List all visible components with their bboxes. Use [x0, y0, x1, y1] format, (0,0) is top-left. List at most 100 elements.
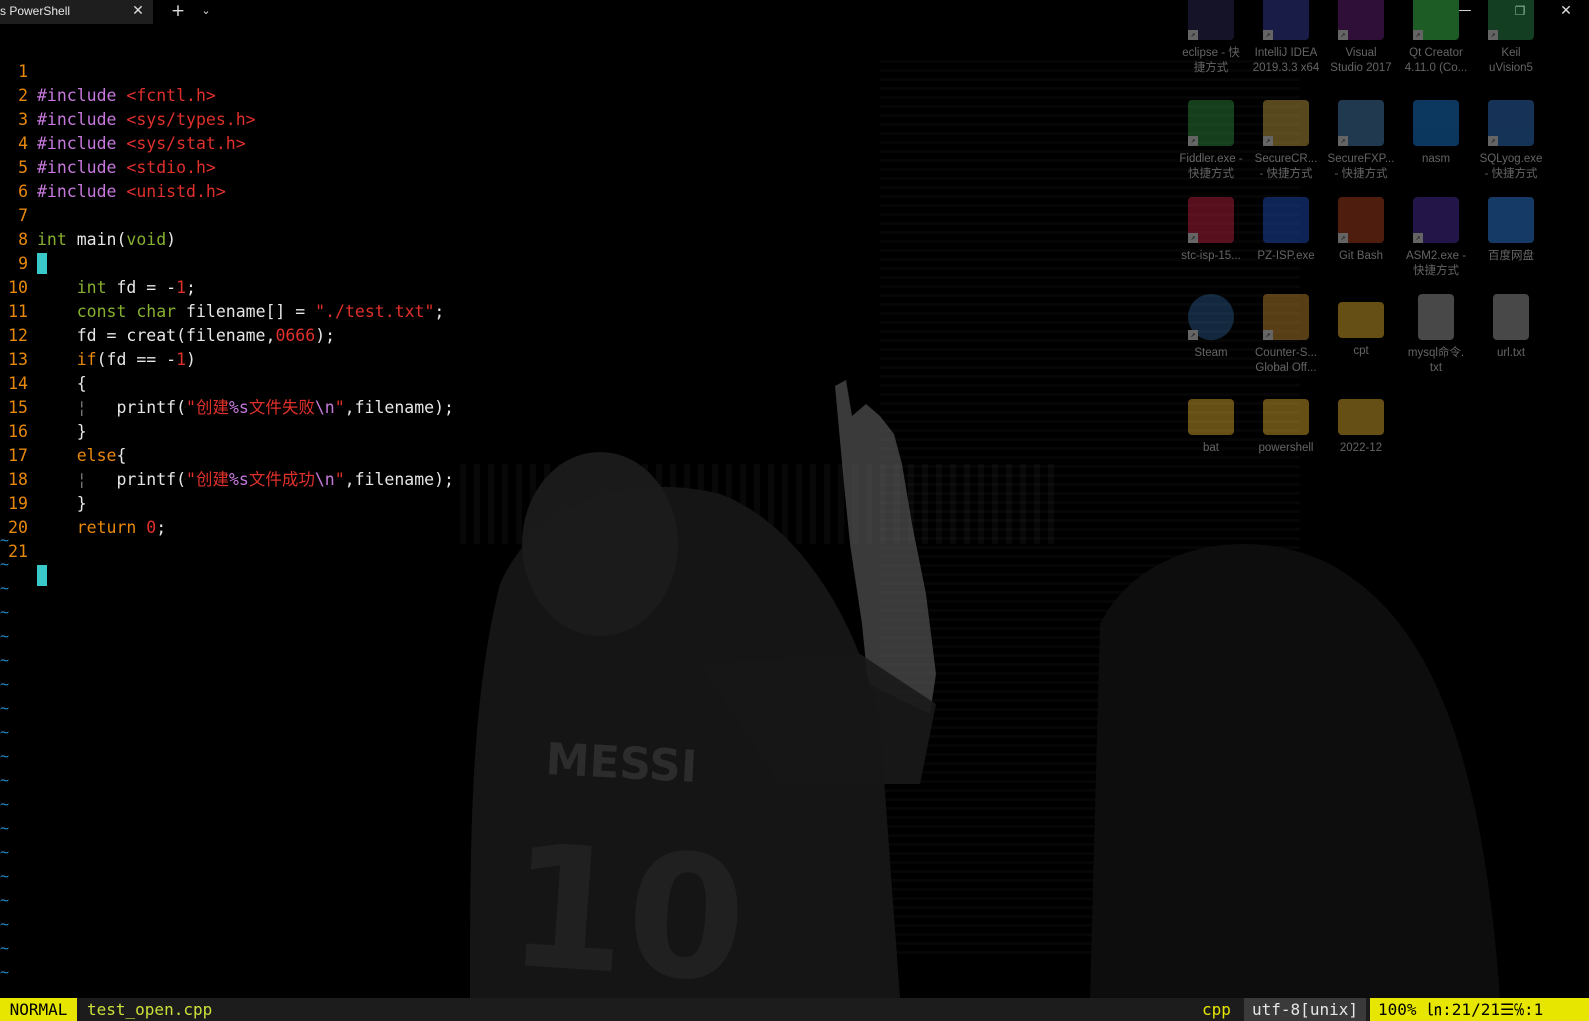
text-file-icon	[1418, 294, 1454, 340]
code-line: 11 fd = creat(filename,0666);	[0, 276, 335, 345]
empty-line-tilde: ~	[0, 795, 10, 813]
code-line: 3 #include <sys/stat.h>	[0, 84, 246, 153]
desktop-file-url-txt[interactable]: url.txt	[1472, 294, 1550, 361]
desktop-icon-baidu-netdisk[interactable]: 百度网盘	[1472, 197, 1550, 264]
empty-line-tilde: ~	[0, 771, 10, 789]
code-line: 17 ¦ printf("创建%s文件成功\n",filename);	[0, 420, 454, 489]
desktop-icon-securefxp[interactable]: ↗ SecureFXP... - 快捷方式	[1322, 100, 1400, 182]
asm2-icon: ↗	[1413, 197, 1459, 243]
intellij-icon: ↗	[1263, 0, 1309, 40]
desktop-icon-stc-isp[interactable]: ↗ stc-isp-15...	[1172, 197, 1250, 264]
desktop-folder-cpt[interactable]: cpt	[1322, 294, 1400, 359]
type-keyword: const	[76, 302, 127, 321]
file-name: test_open.cpp	[87, 1000, 213, 1019]
string-literal: "创建	[186, 470, 229, 489]
code-text: printf(	[116, 470, 187, 489]
folder-icon	[1338, 302, 1384, 338]
empty-line-tilde: ~	[0, 747, 10, 765]
desktop-icon-keil[interactable]: ↗ Keil uVision5	[1472, 0, 1550, 76]
empty-line-tilde: ~	[0, 699, 10, 717]
desktop-icon-fiddler[interactable]: ↗ Fiddler.exe - 快捷方式	[1172, 100, 1250, 182]
vim-statusline: NORMAL test_open.cpp cpp utf-8[unix] 100…	[0, 998, 1589, 1021]
desktop-icon-intellij[interactable]: ↗ IntelliJ IDEA 2019.3.3 x64	[1247, 0, 1325, 76]
baidu-netdisk-icon	[1488, 197, 1534, 243]
brace: }	[76, 494, 87, 513]
code-text: ;	[156, 518, 167, 537]
file-encoding: utf-8[unix]	[1244, 998, 1366, 1021]
desktop-icon-qt-creator[interactable]: ↗ Qt Creator 4.11.0 (Co...	[1397, 0, 1475, 76]
code-text: fd = -	[106, 278, 177, 297]
empty-line-tilde: ~	[0, 963, 10, 981]
pz-isp-icon	[1263, 197, 1309, 243]
desktop-folder-bat[interactable]: bat	[1172, 391, 1250, 456]
tab-close-icon[interactable]: ✕	[128, 1, 148, 21]
close-window-button[interactable]: ✕	[1551, 0, 1581, 24]
code-text: ;	[186, 278, 196, 297]
tab-powershell[interactable]: s PowerShell ✕	[0, 0, 153, 24]
type-keyword: int	[37, 230, 67, 249]
code-line: 10 const char filename[] = "./test.txt";	[0, 252, 444, 321]
desktop-icon-asm2[interactable]: ↗ ASM2.exe - 快捷方式	[1397, 197, 1475, 279]
sqlyog-icon: ↗	[1488, 100, 1534, 146]
code-line: 5 #include <unistd.h>	[0, 132, 226, 201]
desktop-icon-pz-isp[interactable]: PZ-ISP.exe	[1247, 197, 1325, 264]
number-literal: 0	[136, 518, 157, 537]
empty-line-tilde: ~	[0, 675, 10, 693]
code-text: ;	[434, 302, 445, 321]
empty-line-tilde: ~	[0, 531, 10, 549]
chevron-down-icon[interactable]: ⌄	[196, 0, 216, 24]
mode-indicator: NORMAL	[0, 998, 77, 1021]
paren: )	[186, 350, 196, 369]
folder-icon	[1188, 399, 1234, 435]
control-keyword: if	[76, 350, 97, 369]
desktop-icon-securecrt[interactable]: ↗ SecureCR... - 快捷方式	[1247, 100, 1325, 182]
qt-creator-icon: ↗	[1413, 0, 1459, 40]
steam-icon: ↗	[1188, 294, 1234, 340]
desktop-icon-sqlyog[interactable]: ↗ SQLyog.exe - 快捷方式	[1472, 100, 1550, 182]
folder-icon	[1338, 399, 1384, 435]
desktop-icon-git-bash[interactable]: ↗ Git Bash	[1322, 197, 1400, 264]
format-specifier: %s	[228, 398, 249, 417]
empty-line-tilde: ~	[0, 939, 10, 957]
code-line: 6	[0, 156, 40, 201]
desktop-icon-csgo[interactable]: ↗ Counter-S... Global Off...	[1247, 294, 1325, 376]
empty-line-tilde: ~	[0, 843, 10, 861]
code-line: 4 #include <stdio.h>	[0, 108, 216, 177]
stc-isp-icon: ↗	[1188, 197, 1234, 243]
text-file-icon	[1493, 294, 1529, 340]
code-text: ,filename);	[344, 470, 454, 489]
code-line: 14 ¦ printf("创建%s文件失败\n",filename);	[0, 348, 454, 417]
desktop-folder-2022-12[interactable]: 2022-12	[1322, 391, 1400, 456]
desktop-folder-powershell[interactable]: powershell	[1247, 391, 1325, 456]
code-line: 9 int fd = -1;	[0, 228, 196, 297]
new-tab-button[interactable]: +	[166, 0, 190, 24]
string-literal: "	[334, 470, 345, 489]
control-keyword: else	[76, 446, 117, 465]
indent-guide: ¦	[76, 398, 87, 417]
jersey-number-text: 10	[502, 807, 752, 998]
type-keyword: char	[126, 302, 177, 321]
escape-sequence: \n	[314, 470, 335, 489]
type-keyword: int	[76, 278, 107, 297]
desktop-file-mysql-txt[interactable]: mysql命令. txt	[1397, 294, 1475, 376]
header-name: <fcntl.h>	[126, 86, 216, 105]
code-line: 13 {	[0, 324, 87, 393]
code-line: 12 if(fd == -1)	[0, 300, 196, 369]
desktop-icon-eclipse[interactable]: ↗ eclipse - 快 捷方式	[1172, 0, 1250, 76]
fiddler-icon: ↗	[1188, 100, 1234, 146]
type-keyword: void	[126, 230, 167, 249]
include-directive: #include	[37, 110, 117, 129]
nasm-icon	[1413, 100, 1459, 146]
code-text: printf(	[116, 398, 187, 417]
desktop-icon-visual-studio[interactable]: ↗ Visual Studio 2017	[1322, 0, 1400, 76]
desktop-icon-nasm[interactable]: nasm	[1397, 100, 1475, 167]
desktop-icon-steam[interactable]: ↗ Steam	[1172, 294, 1250, 361]
format-specifier: %s	[228, 470, 249, 489]
string-literal: "./test.txt"	[315, 302, 435, 321]
empty-line-tilde: ~	[0, 867, 10, 885]
empty-line-tilde: ~	[0, 579, 10, 597]
code-line: 7 int main(void)	[0, 180, 176, 249]
main-signature: main(	[66, 230, 127, 249]
code-line: 8	[0, 204, 47, 274]
code-line: 16 else{	[0, 396, 126, 465]
